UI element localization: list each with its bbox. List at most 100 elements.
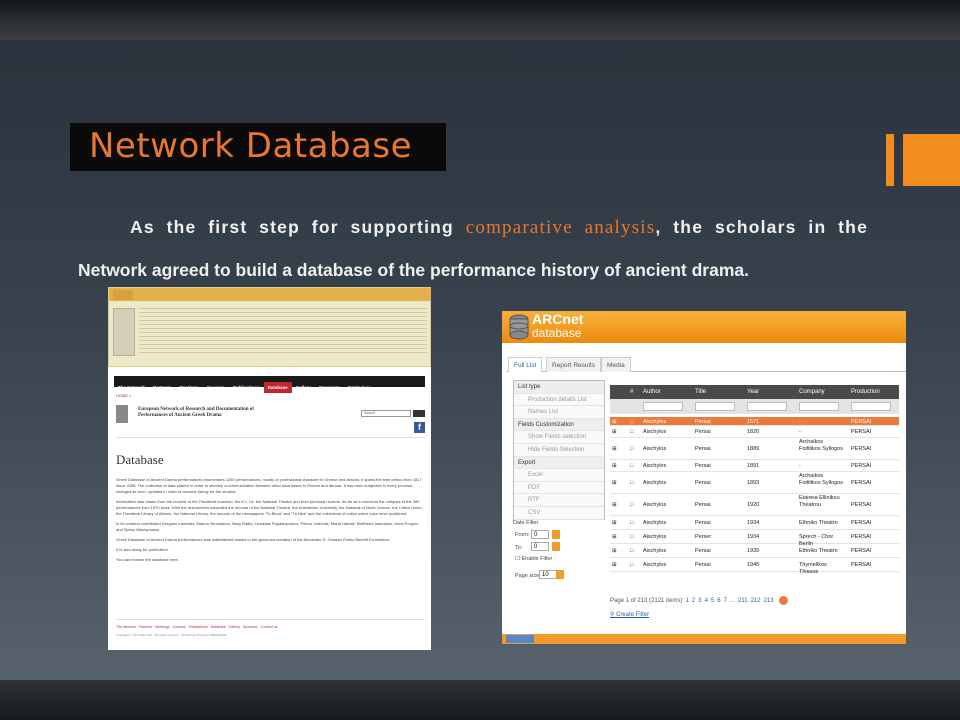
tab-report-results[interactable]: Report Results [546, 357, 601, 372]
row-checkbox[interactable]: □ [630, 502, 633, 509]
row-checkbox[interactable]: □ [630, 548, 633, 555]
table-row[interactable]: ⊞ □ Aischylos Persai 1891 - PERSAI [610, 460, 899, 472]
options-item[interactable]: Hide Fields Selection [514, 444, 604, 457]
crest-icon [116, 405, 128, 423]
from-spinner[interactable] [552, 530, 560, 539]
table-row[interactable]: ⊞ □ Aischylos Persai 1945 Thymelikos Thiasos P… [610, 558, 899, 575]
table-row[interactable]: ⊞ □ Aischylos Persai 1934 Ethniko Theatro PERS… [610, 516, 899, 530]
tab-media[interactable]: Media [601, 357, 631, 372]
cell-title: Persai [695, 446, 711, 452]
options-item[interactable]: Excel [514, 469, 604, 482]
to-spinner[interactable] [552, 542, 560, 551]
cell-year: 1920 [747, 502, 760, 508]
column-header[interactable]: Title [695, 389, 706, 395]
site-menu-item[interactable]: Database [263, 382, 292, 393]
options-item[interactable]: PDF [514, 482, 604, 495]
table-row[interactable]: ⊞ □ Aischylos Persai 1820 - PERSAI [610, 426, 899, 438]
expand-icon[interactable]: ⊞ [612, 562, 617, 569]
column-filter-input[interactable] [643, 402, 683, 411]
page-link[interactable]: 1 [686, 598, 689, 604]
cell-author: Aischylos [643, 480, 667, 486]
page-link[interactable]: 5 [711, 598, 714, 604]
table-row[interactable]: ⊞ □ Aischylos Persai 1920 Etaireia Ellinikou … [610, 494, 899, 516]
expand-icon[interactable]: ⊞ [612, 446, 617, 453]
site-search-input[interactable]: Search [361, 410, 411, 417]
page-link[interactable]: 211 [738, 598, 748, 604]
row-checkbox[interactable]: □ [630, 446, 633, 453]
expand-icon[interactable]: ⊞ [612, 502, 617, 509]
site-menu-item[interactable]: Gallery [292, 382, 315, 390]
next-page-button[interactable] [778, 596, 788, 605]
site-menu-item[interactable]: Publications [229, 382, 264, 390]
page-link[interactable]: 7 [724, 598, 727, 604]
row-checkbox[interactable]: □ [630, 429, 633, 436]
page-link[interactable]: 6 [717, 598, 720, 604]
column-header[interactable]: Production [851, 389, 880, 395]
facebook-icon[interactable]: f [414, 422, 425, 433]
page-link[interactable]: 212 [751, 598, 761, 604]
expand-icon[interactable]: ⊞ [612, 429, 617, 436]
table-row[interactable]: ⊞ □ Aischylos Persai 1889 Archaikos Foititiko… [610, 438, 899, 460]
app-brand: ARCnet [532, 311, 584, 327]
to-input[interactable]: 0 [531, 542, 549, 551]
row-checkbox[interactable]: □ [630, 419, 633, 426]
page-size-select[interactable]: 10 [539, 570, 557, 579]
row-checkbox[interactable]: □ [630, 463, 633, 470]
table-row[interactable]: ⊞ □ Aischylos Persai 1571 - PERSAI [610, 417, 899, 426]
expand-icon[interactable]: ⊞ [612, 548, 617, 555]
site-menu-item[interactable]: Sponsors [315, 382, 344, 390]
options-item[interactable]: RTF [514, 494, 604, 507]
site-menu-item[interactable]: Courses [203, 382, 229, 390]
expand-icon[interactable]: ⊞ [612, 419, 617, 426]
table-row[interactable]: ⊞ □ Aischylos Persai 1893 Archaikos Foititiko… [610, 472, 899, 494]
options-item[interactable]: Show Fields selection [514, 431, 604, 444]
column-filter-input[interactable] [747, 402, 787, 411]
site-menu-item[interactable]: The Network [114, 382, 149, 390]
row-checkbox[interactable]: □ [630, 520, 633, 527]
table-row[interactable]: ⊞ □ Aischylos Perser 1934 Sprech - Chor Berli… [610, 530, 899, 547]
page-link[interactable]: 3 [698, 598, 701, 604]
breadcrumb[interactable]: HOME » [116, 393, 131, 398]
page-link[interactable]: 4 [705, 598, 708, 604]
slide-title: Network Database [89, 126, 412, 166]
website-screenshot: The Network Partners Meetings Courses Public… [108, 287, 431, 650]
page-link[interactable]: 2 [692, 598, 695, 604]
page-link[interactable]: ... [730, 598, 735, 604]
row-checkbox[interactable]: □ [630, 562, 633, 569]
site-menu-item[interactable]: Meetings [175, 382, 203, 390]
cell-year: 1893 [747, 480, 760, 486]
create-filter-link[interactable]: ⚲ Create Filter [610, 611, 649, 618]
page-link[interactable]: 213 [764, 598, 774, 604]
expand-icon[interactable]: ⊞ [612, 534, 617, 541]
column-header[interactable]: Year [747, 389, 759, 395]
row-checkbox[interactable]: □ [630, 534, 633, 541]
expand-icon[interactable]: ⊞ [612, 463, 617, 470]
site-search-button[interactable] [413, 410, 425, 417]
grid-filter-row [610, 399, 899, 414]
column-filter-input[interactable] [695, 402, 735, 411]
column-filter-input[interactable] [851, 402, 891, 411]
tab-full-list[interactable]: Full List [508, 357, 543, 372]
page-size-label: Page size [515, 573, 540, 579]
page-paragraph: In its creation contributed Gregoris Ioa… [116, 521, 419, 532]
options-item[interactable]: Names List [514, 406, 604, 419]
column-header[interactable]: # [630, 389, 633, 395]
cell-company: Etaireia Ellinikou Theatrou [799, 495, 840, 508]
expand-icon[interactable]: ⊞ [612, 520, 617, 527]
footer-links[interactable]: The Network · Partners · Meetings · Cour… [116, 625, 278, 629]
table-row[interactable]: ⊞ □ Aischylos Persai 1939 Ethniko Theatro PERS… [610, 544, 899, 558]
column-header[interactable]: Author [643, 389, 661, 395]
row-checkbox[interactable]: □ [630, 480, 633, 487]
enable-filter-checkbox[interactable]: ☐ Enable Filter [515, 556, 552, 562]
column-header[interactable]: Company [799, 389, 825, 395]
options-item[interactable]: CSV [514, 507, 604, 520]
expand-icon[interactable]: ⊞ [612, 480, 617, 487]
site-menu-item[interactable]: Contact us [344, 382, 375, 390]
from-input[interactable]: 0 [531, 530, 549, 539]
slide-title-box: Network Database [70, 123, 446, 171]
org-name: European Network of Research and Documen… [138, 407, 254, 418]
column-filter-input[interactable] [799, 402, 839, 411]
options-item[interactable]: Production details List [514, 394, 604, 407]
page-size-dropdown[interactable] [556, 570, 564, 579]
site-menu-item[interactable]: Partners [149, 382, 175, 390]
